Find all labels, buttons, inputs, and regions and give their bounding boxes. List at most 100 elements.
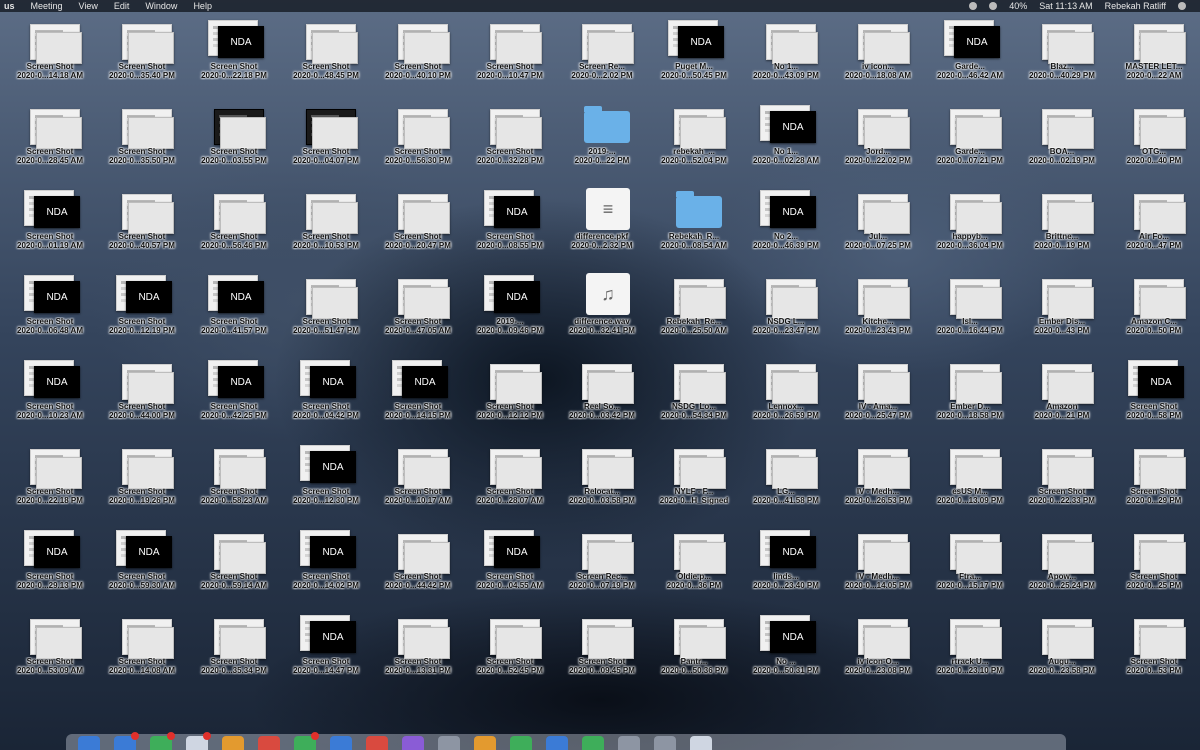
desktop-file[interactable]: NDA Screen Shot 2020-0...59.30 AM: [96, 524, 188, 609]
podcasts-icon[interactable]: [402, 736, 424, 750]
spotify-icon[interactable]: [582, 736, 604, 750]
desktop-file[interactable]: Rebekah_R... 2020-0...08.54 AM: [648, 184, 740, 269]
desktop-file[interactable]: Kitche... 2020-0...23.43 PM: [832, 269, 924, 354]
desktop-file[interactable]: NDA linds... 2020-0...23.40 PM: [740, 524, 832, 609]
finder-icon[interactable]: [78, 736, 100, 750]
menu-item-window[interactable]: Window: [145, 1, 177, 11]
desktop-file[interactable]: Ember Dis... 2020-0...43 PM: [1016, 269, 1108, 354]
photos-icon[interactable]: [186, 732, 211, 750]
desktop-file[interactable]: rtrack U... 2020-0...23.10 PM: [924, 609, 1016, 694]
menu-item-help[interactable]: Help: [193, 1, 212, 11]
desktop-file[interactable]: Screen Shot 2020-0...28.45 AM: [4, 99, 96, 184]
menu-app-name[interactable]: us: [4, 1, 15, 11]
desktop-file[interactable]: Screen Shot 2020-0...40.57 PM: [96, 184, 188, 269]
desktop-file[interactable]: NDA 2019-... 2020-0...09.46 PM: [464, 269, 556, 354]
desktop-file[interactable]: happyb... 2020-0...36.04 PM: [924, 184, 1016, 269]
desktop-file[interactable]: Screen Shot 2020-0...03.55 PM: [188, 99, 280, 184]
desktop-file[interactable]: BOA... 2020-0...02.19 PM: [1016, 99, 1108, 184]
numbers-icon[interactable]: [510, 736, 532, 750]
desktop-file[interactable]: NDA Screen Shot 2020-0...10.23 AM: [4, 354, 96, 439]
desktop-file[interactable]: Jul... 2020-0...07.25 PM: [832, 184, 924, 269]
desktop-file[interactable]: NDA Screen Shot 2020-0...29.13 PM: [4, 524, 96, 609]
desktop-file[interactable]: Screen Shot 2020-0...56.30 PM: [372, 99, 464, 184]
terminal-icon[interactable]: [654, 736, 676, 750]
desktop-file[interactable]: NDA Screen Shot 2020-0...12.19 PM: [96, 269, 188, 354]
desktop-file[interactable]: iv icon-O... 2020-0...23.08 PM: [832, 609, 924, 694]
desktop-file[interactable]: Screen Shot 2020-0...22.18 PM: [4, 439, 96, 524]
desktop-file[interactable]: NDA Screen Shot 2020-0...58 PM: [1108, 354, 1200, 439]
desktop-file[interactable]: Reel So... 2020-0...03.42 PM: [556, 354, 648, 439]
desktop-file[interactable]: Brittne... 2020-0...19 PM: [1016, 184, 1108, 269]
desktop-file[interactable]: NDA Screen Shot 2020-0...01.19 AM: [4, 184, 96, 269]
desktop-file[interactable]: NDA Screen Shot 2020-0...42.25 PM: [188, 354, 280, 439]
desktop-file[interactable]: LG... 2020-0...41.58 PM: [740, 439, 832, 524]
settings-icon[interactable]: [438, 736, 460, 750]
desktop-file[interactable]: NDA No 1... 2020-0...02.28 AM: [740, 99, 832, 184]
desktop-file[interactable]: Screen Shot 2020-0...48.45 PM: [280, 14, 372, 99]
desktop-file[interactable]: MASTER LET... 2020-0...22 AM: [1108, 14, 1200, 99]
desktop-file[interactable]: Screen Shot 2020-0...20.47 PM: [372, 184, 464, 269]
music-icon[interactable]: [366, 736, 388, 750]
desktop-file[interactable]: Screen Shot 2020-0...52.45 PM: [464, 609, 556, 694]
desktop-file[interactable]: rebekah_... 2020-0...52.04 PM: [648, 99, 740, 184]
desktop-file[interactable]: Screen Shot 2020-0...47.05 AM: [372, 269, 464, 354]
desktop-file[interactable]: Screen Shot 2020-0...35.50 PM: [96, 99, 188, 184]
desktop-file[interactable]: Screen Shot 2020-0...44.42 PM: [372, 524, 464, 609]
desktop-file[interactable]: Screen Shot 2020-0...32.28 PM: [464, 99, 556, 184]
desktop-file[interactable]: NDA Screen Shot 2020-0...12.30 PM: [280, 439, 372, 524]
desktop-file[interactable]: Screen Shot 2020-0...51.47 PM: [280, 269, 372, 354]
desktop-file[interactable]: Screen Shot 2020-0...28.07 AM: [464, 439, 556, 524]
desktop-file[interactable]: Screen Shot 2020-0...25 PM: [1108, 524, 1200, 609]
desktop-file[interactable]: Screen Shot 2020-0...56.46 PM: [188, 184, 280, 269]
desktop-file[interactable]: Isl... 2020-0...16.44 PM: [924, 269, 1016, 354]
dropbox-icon[interactable]: [969, 2, 978, 10]
desktop-file[interactable]: Screen Shot 2020-0...53 PM: [1108, 609, 1200, 694]
desktop-file[interactable]: NDA Garde... 2020-0...46.42 AM: [924, 14, 1016, 99]
desktop-file[interactable]: Apow... 2020-0...25.24 PM: [1016, 524, 1108, 609]
desktop-file[interactable]: NDA Screen Shot 2020-0...04.55 AM: [464, 524, 556, 609]
desktop-file[interactable]: NDA No ... 2020-0...50.31 PM: [740, 609, 832, 694]
desktop-file[interactable]: IV - Medh... 2020-0...14.05 PM: [832, 524, 924, 609]
desktop-file[interactable]: NDA No 2... 2020-0...46.39 PM: [740, 184, 832, 269]
desktop-file[interactable]: NDA Screen Shot 2020-0...14.02 PM: [280, 524, 372, 609]
desktop-file[interactable]: Amazon C... 2020-0...50 PM: [1108, 269, 1200, 354]
desktop-file[interactable]: No 1... 2020-0...43.09 PM: [740, 14, 832, 99]
desktop-file[interactable]: Air Fo... 2020-0...47 PM: [1108, 184, 1200, 269]
desktop-file[interactable]: Screen Rec... 2020-0...07.19 PM: [556, 524, 648, 609]
desktop-file[interactable]: Screen Shot 2020-0...44.00 PM: [96, 354, 188, 439]
desktop-file[interactable]: NDA Puget M... 2020-0...50.45 PM: [648, 14, 740, 99]
desktop-file[interactable]: Rebekah_Re... 2020-0...25.50 AM: [648, 269, 740, 354]
desktop-file[interactable]: NSDG L... 2020-0...23.47 PM: [740, 269, 832, 354]
user-name[interactable]: Rebekah Ratliff: [1105, 1, 1166, 11]
desktop-file[interactable]: Blaz... 2020-0...40.29 PM: [1016, 14, 1108, 99]
menu-item-meeting[interactable]: Meeting: [31, 1, 63, 11]
slack-icon[interactable]: [294, 732, 319, 750]
desktop-file[interactable]: Ftra... 2020-0...15.17 PM: [924, 524, 1016, 609]
desktop-file[interactable]: Screen Shot 2020-0...14.08 AM: [96, 609, 188, 694]
mail-icon[interactable]: [114, 732, 139, 750]
desktop-file[interactable]: NDA Screen Shot 2020-0...14.15 PM: [372, 354, 464, 439]
desktop-file[interactable]: NDA Screen Shot 2020-0...41.57 PM: [188, 269, 280, 354]
calendar-icon[interactable]: [222, 736, 244, 750]
desktop-file[interactable]: Amazon 2020-0...21 PM: [1016, 354, 1108, 439]
trash-icon[interactable]: [690, 736, 712, 750]
desktop-file[interactable]: Jord... 2020-0...22.02 PM: [832, 99, 924, 184]
desktop-file[interactable]: Screen Shot 2020-0...19.26 PM: [96, 439, 188, 524]
wifi-icon[interactable]: [989, 2, 998, 10]
desktop-file[interactable]: NDA Screen Shot 2020-0...08.55 PM: [464, 184, 556, 269]
desktop-file[interactable]: Pantr... 2020-0...50.36 PM: [648, 609, 740, 694]
desktop-file[interactable]: Screen Shot 2020-0...09.45 PM: [556, 609, 648, 694]
desktop-file[interactable]: Augu... 2020-0...23.58 PM: [1016, 609, 1108, 694]
desktop-file[interactable]: NSDG_Lo... 2020-0...54.34 PM: [648, 354, 740, 439]
desktop-file[interactable]: Screen Shot 2020-0...14.18 AM: [4, 14, 96, 99]
desktop-file[interactable]: Garde... 2020-0...07.21 PM: [924, 99, 1016, 184]
desktop-file[interactable]: Screen Shot 2020-0...04.07 PM: [280, 99, 372, 184]
messages-icon[interactable]: [150, 732, 175, 750]
desktop-file[interactable]: Screen Shot 2020-0...10.47 PM: [464, 14, 556, 99]
desktop-file[interactable]: Screen Shot 2020-0...29 PM: [1108, 439, 1200, 524]
desktop-file[interactable]: Oldie.p... 2020-0...36 PM: [648, 524, 740, 609]
desktop-file[interactable]: esUS M... 2020-0...13.09 PM: [924, 439, 1016, 524]
desktop-file[interactable]: ≡ difference.pkf 2020-0...2.32 PM: [556, 184, 648, 269]
desktop-file[interactable]: NYLF - F... 2020-0...H_Signed: [648, 439, 740, 524]
desktop-file[interactable]: Ember D... 2020-0...18.58 PM: [924, 354, 1016, 439]
